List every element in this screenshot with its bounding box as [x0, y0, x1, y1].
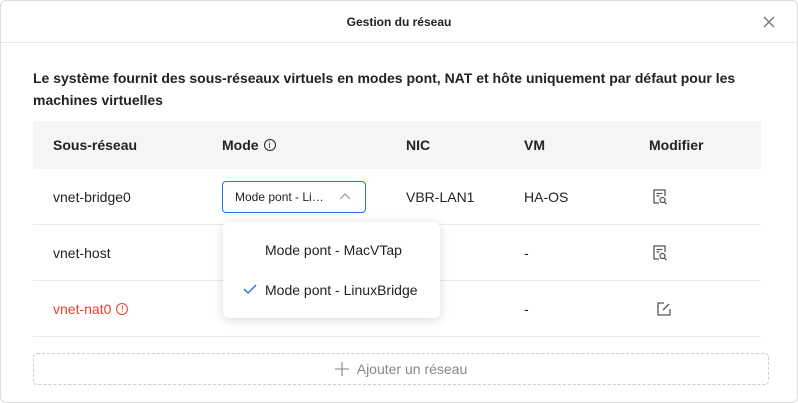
nic: VBR-LAN1 — [406, 188, 475, 205]
check-icon — [243, 284, 257, 295]
subnet-name: vnet-bridge0 — [53, 188, 131, 205]
header-nic: NIC — [406, 137, 431, 153]
option-label: Mode pont - LinuxBridge — [265, 282, 418, 298]
subnet-name: vnet-host — [53, 244, 111, 261]
subnet-name-warning: vnet-nat0! — [53, 281, 129, 336]
view-details-button[interactable] — [651, 169, 669, 224]
header-vm: VM — [524, 137, 545, 153]
option-label: Mode pont - MacVTap — [265, 242, 402, 258]
add-network-button[interactable]: Ajouter un réseau — [33, 353, 769, 385]
mode-select-value: Mode pont - Li… — [235, 190, 324, 204]
table-header: Sous-réseau Mode i NIC VM Modifier — [33, 121, 761, 169]
warning-info-icon[interactable]: ! — [116, 302, 129, 315]
option-macvtap[interactable]: Mode pont - MacVTap — [223, 230, 440, 270]
vm: - — [524, 300, 529, 317]
document-search-icon — [653, 244, 667, 260]
header-modify: Modifier — [649, 137, 704, 153]
chevron-up-icon — [339, 193, 351, 200]
dialog-header: Gestion du réseau — [1, 1, 797, 43]
edit-icon — [657, 301, 671, 316]
mode-select[interactable]: Mode pont - Li… — [222, 181, 366, 213]
mode-dropdown-menu: Mode pont - MacVTap Mode pont - LinuxBri… — [223, 222, 440, 318]
view-details-button[interactable] — [651, 225, 669, 280]
header-mode: Mode i — [222, 121, 276, 169]
subnet-name: vnet-nat0 — [53, 300, 112, 317]
info-icon[interactable]: i — [263, 139, 276, 151]
dialog-title: Gestion du réseau — [346, 15, 452, 29]
description: Le système fournit des sous-réseaux virt… — [33, 70, 736, 108]
document-search-icon — [653, 188, 667, 204]
vm: HA-OS — [524, 188, 569, 205]
table-row: vnet-bridge0 Mode pont - Li… VBR-LAN1 HA… — [33, 169, 761, 225]
edit-button[interactable] — [655, 281, 673, 336]
vm: - — [524, 244, 529, 261]
header-subnet: Sous-réseau — [53, 137, 138, 153]
option-linuxbridge[interactable]: Mode pont - LinuxBridge — [223, 270, 440, 310]
plus-icon — [334, 362, 349, 376]
close-icon[interactable] — [761, 14, 777, 30]
add-network-label: Ajouter un réseau — [356, 361, 468, 377]
header-mode-label: Mode — [222, 137, 259, 153]
network-management-dialog: Gestion du réseau Le système fournit des… — [0, 0, 798, 403]
